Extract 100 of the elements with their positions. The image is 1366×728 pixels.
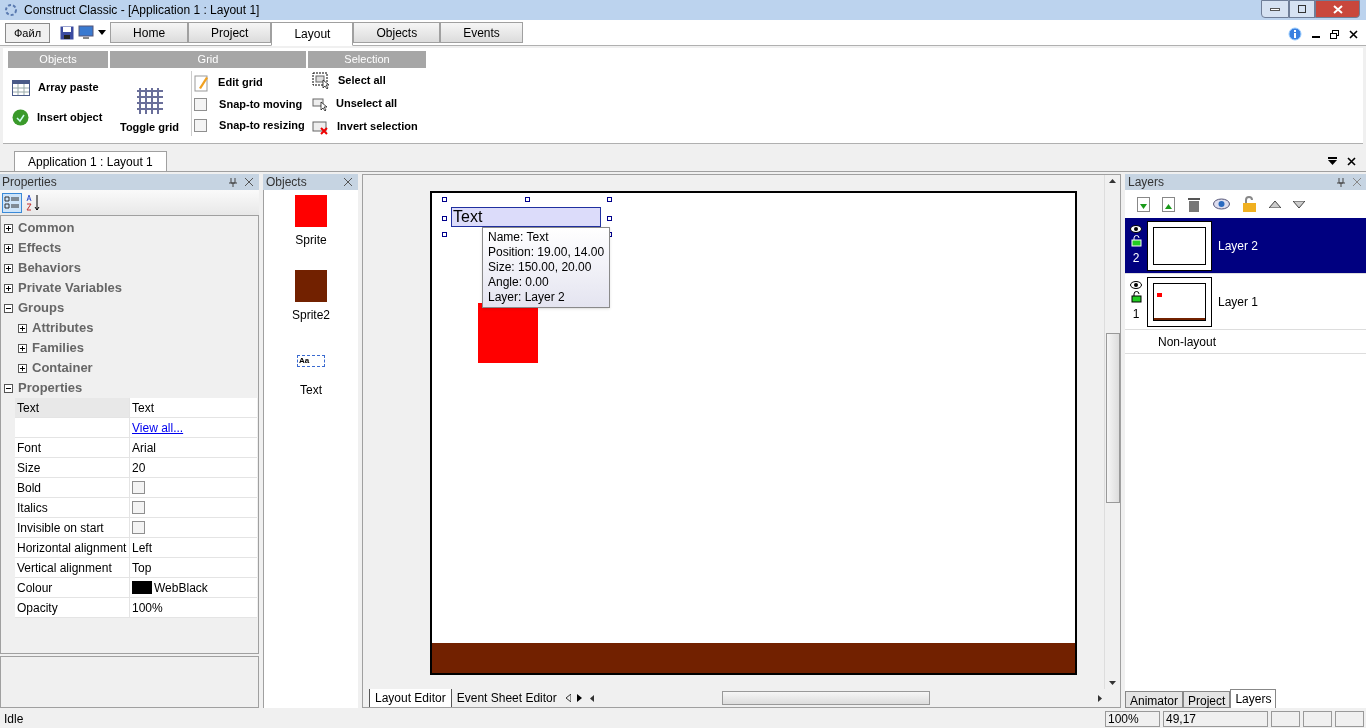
layer-name[interactable]: Layer 1 (1218, 292, 1259, 311)
resize-handle[interactable] (525, 197, 530, 202)
property-row[interactable]: Bold (15, 478, 257, 498)
section-label[interactable]: Behaviors (18, 258, 81, 278)
property-value[interactable]: 100% (132, 598, 163, 617)
dropdown-arrow-icon[interactable] (98, 30, 107, 35)
move-up-icon[interactable] (1269, 200, 1281, 208)
property-value[interactable]: Top (132, 558, 152, 577)
collapse-icon[interactable] (4, 383, 13, 393)
collapse-icon[interactable] (4, 303, 13, 313)
toggle-grid-button[interactable]: Toggle grid (116, 71, 184, 136)
close-icon[interactable] (1347, 157, 1356, 166)
ribbon-tab[interactable]: Objects (353, 22, 441, 43)
unlocked-icon[interactable] (1130, 234, 1142, 247)
ribbon-button[interactable]: Select all (312, 69, 426, 92)
resize-handle[interactable] (442, 216, 447, 221)
panel-tab[interactable]: Project (1183, 691, 1231, 708)
scroll-right-icon[interactable] (576, 694, 582, 702)
layer-row[interactable]: 1 Layer 1 (1125, 274, 1366, 330)
property-row[interactable]: Horizontal alignment Left (15, 538, 257, 558)
minimize-button[interactable] (1261, 0, 1289, 18)
editor-tab[interactable]: Layout Editor (369, 689, 451, 707)
ribbon-tab[interactable]: Project (188, 22, 272, 43)
close-icon[interactable] (1349, 29, 1358, 39)
trash-icon[interactable] (1187, 196, 1201, 212)
horizontal-scrollbar[interactable] (589, 690, 1102, 706)
ribbon-tab[interactable]: Home (110, 22, 189, 43)
object-label[interactable]: Text (300, 381, 322, 399)
sprite-thumbnail[interactable] (295, 270, 327, 302)
expand-icon[interactable] (4, 243, 13, 253)
property-row[interactable]: Colour WebBlack (15, 578, 257, 598)
object-label[interactable]: Sprite2 (292, 306, 330, 324)
text-object-thumbnail[interactable]: Aa (297, 355, 325, 367)
restore-icon[interactable] (1330, 29, 1339, 39)
property-value[interactable]: WebBlack (154, 578, 208, 597)
sprite-thumbnail[interactable] (295, 195, 327, 227)
eye-icon[interactable] (1130, 224, 1142, 233)
checkbox[interactable] (194, 98, 208, 111)
restore-button[interactable] (1289, 0, 1315, 18)
section-label[interactable]: Properties (18, 378, 83, 398)
scroll-down-icon[interactable] (1109, 681, 1116, 685)
section-label[interactable]: Groups (18, 298, 65, 318)
checkbox[interactable] (132, 521, 145, 534)
section-label[interactable]: Attributes (32, 318, 94, 338)
view-all-link[interactable]: View all... (132, 418, 184, 437)
scroll-left-icon[interactable] (589, 694, 594, 702)
resize-handle[interactable] (607, 197, 612, 202)
save-icon[interactable] (60, 26, 75, 40)
checkbox[interactable] (132, 481, 145, 494)
document-tab[interactable]: Application 1 : Layout 1 (14, 151, 167, 171)
scroll-right-icon[interactable] (1098, 694, 1102, 702)
property-row[interactable]: Font Arial (15, 438, 257, 458)
property-value[interactable]: Text (132, 398, 154, 417)
pin-icon[interactable] (229, 177, 237, 187)
panel-tab[interactable]: Animator (1125, 691, 1184, 708)
expand-icon[interactable] (18, 343, 27, 353)
ribbon-button[interactable]: Insert object (12, 106, 108, 129)
section-label[interactable]: Effects (18, 238, 62, 258)
expand-icon[interactable] (4, 263, 13, 273)
expand-icon[interactable] (4, 283, 13, 293)
unlocked-icon[interactable] (1130, 290, 1142, 303)
file-menu-button[interactable]: Файл (5, 23, 51, 43)
dropdown-icon[interactable] (1328, 157, 1337, 166)
add-layer-above-icon[interactable] (1162, 196, 1175, 212)
resize-handle[interactable] (442, 232, 447, 237)
property-row[interactable]: View all... (15, 418, 257, 438)
eye-icon[interactable] (1130, 280, 1142, 289)
ribbon-button[interactable]: Edit grid (194, 71, 305, 94)
ribbon-button[interactable]: Array paste (12, 76, 108, 99)
info-icon[interactable] (1288, 27, 1302, 41)
object-label[interactable]: Sprite (295, 231, 327, 249)
property-value[interactable]: Arial (132, 438, 156, 457)
section-label[interactable]: Common (18, 218, 75, 238)
ribbon-button[interactable]: Unselect all (312, 92, 426, 115)
scroll-left-icon[interactable] (565, 694, 571, 702)
add-layer-below-icon[interactable] (1137, 196, 1150, 212)
property-row[interactable]: Invisible on start (15, 518, 257, 538)
categorized-icon[interactable] (2, 192, 22, 213)
expand-icon[interactable] (18, 323, 27, 333)
property-row[interactable]: Vertical alignment Top (15, 558, 257, 578)
scroll-up-icon[interactable] (1109, 179, 1116, 183)
property-row[interactable]: Italics (15, 498, 257, 518)
property-row[interactable]: Text Text (15, 398, 257, 418)
layer-name[interactable]: Layer 2 (1218, 236, 1259, 255)
expand-icon[interactable] (4, 223, 13, 233)
sort-alphabetical-icon[interactable] (26, 193, 42, 212)
ribbon-tab[interactable]: Layout (271, 22, 354, 46)
section-label[interactable]: Private Variables (18, 278, 123, 298)
pin-icon[interactable] (1337, 177, 1345, 187)
selected-text-object[interactable]: Text (451, 207, 601, 227)
resize-handle[interactable] (442, 197, 447, 202)
section-label[interactable]: Container (32, 358, 93, 378)
checkbox[interactable] (132, 501, 145, 514)
property-row[interactable]: Opacity 100% (15, 598, 257, 618)
checkbox[interactable] (194, 119, 208, 132)
sprite[interactable] (478, 303, 538, 363)
section-label[interactable]: Families (32, 338, 85, 358)
close-button[interactable] (1315, 0, 1360, 18)
panel-tab[interactable]: Layers (1230, 689, 1277, 708)
lock-icon[interactable] (1242, 196, 1257, 212)
